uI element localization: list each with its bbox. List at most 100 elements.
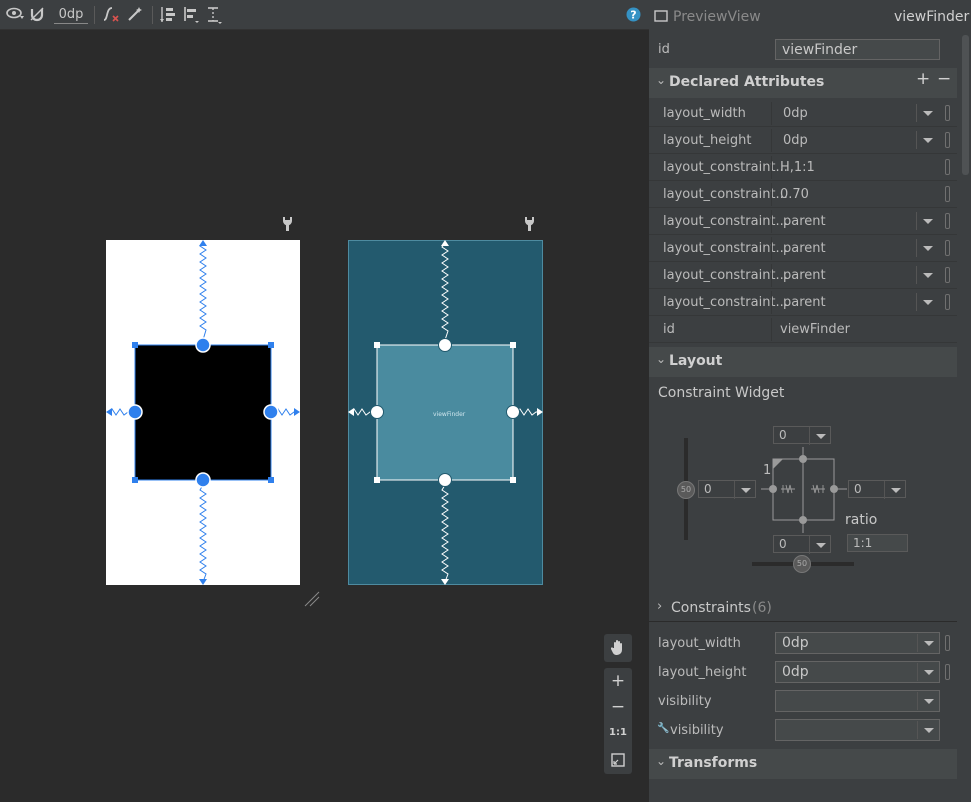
attribute-value[interactable]: 0dp: [783, 133, 808, 148]
declared-attribute-row[interactable]: layout_constraint... parent: [649, 235, 957, 262]
chevron-down-icon: ⌄: [656, 352, 667, 366]
pan-button[interactable]: [604, 634, 632, 662]
attribute-label: id: [663, 322, 675, 337]
attribute-row[interactable]: layout_width 0dp: [649, 630, 957, 657]
left-margin-select[interactable]: 0: [698, 480, 756, 499]
declared-attribute-row[interactable]: layout_width 0dp: [649, 100, 957, 127]
magnet-icon[interactable]: [29, 6, 45, 24]
resource-picker-button[interactable]: [945, 294, 950, 310]
guideline-icon[interactable]: [206, 6, 224, 24]
resource-picker-button[interactable]: [945, 664, 950, 680]
resource-picker-button[interactable]: [945, 213, 950, 229]
column-divider: [771, 264, 772, 287]
add-attribute-button[interactable]: +: [916, 69, 930, 89]
zoom-out-button[interactable]: −: [604, 694, 632, 720]
attribute-label: visibility: [658, 694, 712, 709]
attribute-value[interactable]: parent: [783, 268, 826, 283]
zoom-in-button[interactable]: +: [604, 668, 632, 694]
attributes-panel: PreviewView viewFinder id viewFinder ⌄ D…: [649, 0, 971, 802]
attribute-label: layout_constraint...: [663, 241, 788, 256]
chevron-down-icon[interactable]: [917, 721, 939, 739]
wrench-icon: 🔧: [657, 723, 670, 734]
chevron-down-icon[interactable]: [917, 663, 939, 681]
blueprint-surface[interactable]: viewFinder: [348, 240, 543, 585]
chevron-down-icon[interactable]: [916, 239, 938, 257]
resource-picker-button[interactable]: [945, 267, 950, 283]
chevron-down-icon[interactable]: [916, 212, 938, 230]
pack-icon[interactable]: [159, 6, 177, 24]
remove-attribute-button[interactable]: −: [937, 69, 951, 89]
resize-grip[interactable]: [303, 590, 321, 612]
ratio-label: ratio: [845, 512, 878, 528]
declared-attribute-row[interactable]: layout_constraint... parent: [649, 262, 957, 289]
attribute-row[interactable]: 🔧 visibility: [649, 717, 957, 744]
declared-attribute-row[interactable]: layout_constraint... 0.70: [649, 181, 957, 208]
help-icon[interactable]: ?: [626, 7, 641, 25]
eye-icon[interactable]: [6, 6, 24, 24]
panel-scrollbar[interactable]: [962, 35, 969, 175]
attribute-value[interactable]: 0dp: [783, 106, 808, 121]
declared-attribute-row[interactable]: layout_constraint... H,1:1: [649, 154, 957, 181]
design-canvas[interactable]: 0dp ? viewFinder + − 1:1: [0, 0, 649, 802]
attribute-row[interactable]: visibility: [649, 688, 957, 715]
attribute-value[interactable]: parent: [783, 241, 826, 256]
actual-size-button[interactable]: 1:1: [604, 720, 632, 746]
chevron-down-icon[interactable]: [917, 634, 939, 652]
constraint-widget-diagram[interactable]: [761, 445, 847, 535]
declared-attribute-row[interactable]: layout_constraint... parent: [649, 289, 957, 316]
resource-picker-button[interactable]: [945, 132, 950, 148]
wrench-icon[interactable]: [524, 216, 535, 235]
right-margin-value: 0: [854, 482, 862, 496]
bottom-margin-select[interactable]: 0: [773, 535, 831, 554]
attribute-value[interactable]: 0.70: [780, 187, 809, 202]
design-surface[interactable]: [106, 240, 300, 585]
attribute-field[interactable]: 0dp: [775, 661, 940, 683]
default-margin-value[interactable]: 0dp: [54, 6, 88, 24]
column-divider: [771, 129, 772, 152]
bottom-margin-value: 0: [779, 537, 787, 551]
chevron-down-icon[interactable]: [916, 293, 938, 311]
attribute-row[interactable]: layout_height 0dp: [649, 659, 957, 686]
layout-section-header[interactable]: ⌄ Layout: [649, 347, 957, 377]
align-icon[interactable]: [183, 6, 201, 24]
attribute-field[interactable]: 0dp: [775, 632, 940, 654]
attribute-field[interactable]: [775, 719, 940, 741]
declared-attribute-row[interactable]: layout_constraint... parent: [649, 208, 957, 235]
resource-picker-button[interactable]: [945, 635, 950, 651]
constraints-header[interactable]: › Constraints (6): [649, 596, 957, 622]
constraints-title: Constraints: [671, 600, 751, 616]
id-label: id: [658, 42, 670, 57]
resource-picker-button[interactable]: [945, 240, 950, 256]
toolbar-separator: [152, 6, 153, 24]
attribute-value[interactable]: parent: [783, 295, 826, 310]
horizontal-bias-handle[interactable]: 50: [793, 555, 811, 573]
column-divider: [771, 210, 772, 233]
attribute-label: layout_height: [663, 133, 752, 148]
zoom-to-fit-icon[interactable]: [611, 753, 625, 771]
ratio-side-label: 1: [763, 463, 772, 478]
resource-picker-button[interactable]: [945, 105, 950, 121]
id-field[interactable]: viewFinder: [775, 39, 940, 60]
declared-attribute-row[interactable]: layout_height 0dp: [649, 127, 957, 154]
infer-constraints-icon[interactable]: [127, 6, 143, 24]
top-margin-select[interactable]: 0: [773, 426, 831, 445]
chevron-down-icon[interactable]: [916, 104, 938, 122]
declared-attribute-row[interactable]: id viewFinder: [649, 316, 957, 343]
chevron-down-icon[interactable]: [916, 266, 938, 284]
resource-picker-button[interactable]: [945, 186, 950, 202]
attribute-value[interactable]: parent: [783, 214, 826, 229]
declared-attributes-header[interactable]: ⌄ Declared Attributes + −: [649, 68, 957, 98]
ratio-field[interactable]: 1:1: [847, 534, 908, 552]
attribute-value[interactable]: H,1:1: [780, 160, 815, 175]
clear-constraints-icon[interactable]: [102, 6, 120, 24]
right-margin-select[interactable]: 0: [848, 480, 906, 499]
attribute-value[interactable]: viewFinder: [780, 322, 850, 337]
wrench-icon[interactable]: [282, 216, 293, 235]
transforms-section-header[interactable]: ⌄ Transforms: [649, 749, 957, 779]
chevron-down-icon[interactable]: [917, 692, 939, 710]
resource-picker-button[interactable]: [945, 159, 950, 175]
design-toolbar: 0dp ?: [0, 0, 649, 30]
chevron-down-icon[interactable]: [916, 131, 938, 149]
vertical-bias-handle[interactable]: 50: [677, 481, 695, 499]
attribute-field[interactable]: [775, 690, 940, 712]
